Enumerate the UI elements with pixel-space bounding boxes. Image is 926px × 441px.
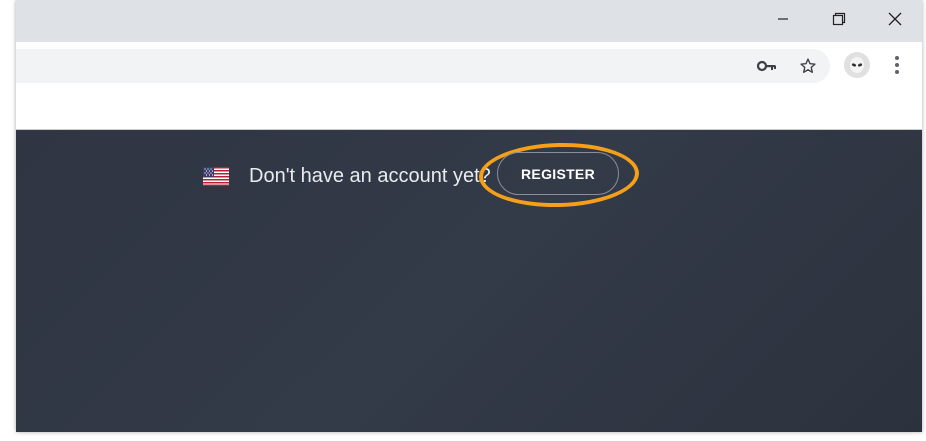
star-icon[interactable] [798,57,818,75]
restore-button[interactable] [816,0,862,38]
bookmarks-bar [16,89,922,130]
address-bar[interactable] [16,49,830,83]
register-button[interactable]: REGISTER [497,152,619,195]
minimize-button[interactable] [760,0,806,38]
restore-icon [832,12,846,26]
key-icon[interactable] [757,57,777,75]
browser-toolbar [16,42,922,89]
alien-avatar-icon[interactable] [844,52,870,78]
close-window-button[interactable] [872,0,918,38]
us-flag-icon[interactable] [203,167,229,186]
minimize-icon [778,18,788,20]
no-account-prompt: Don't have an account yet? [249,165,491,187]
page-content: Don't have an account yet? REGISTER [16,130,922,432]
browser-window: Don't have an account yet? REGISTER [16,0,922,432]
close-icon [888,12,902,26]
more-vertical-icon[interactable] [888,53,906,77]
title-bar [16,0,922,42]
